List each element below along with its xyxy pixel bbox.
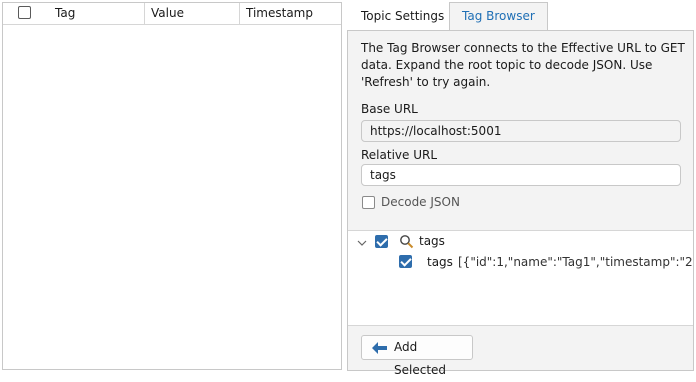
add-selected-label: Add Selected xyxy=(394,340,447,377)
column-header-timestamp[interactable]: Timestamp xyxy=(239,3,313,24)
tree-child-label[interactable]: tags xyxy=(427,255,453,269)
tab-topic-settings[interactable]: Topic Settings xyxy=(349,2,456,29)
tag-tree: tags tags [{"id":1,"name":"Tag1","timest… xyxy=(348,230,693,326)
tree-child-value: [{"id":1,"name":"Tag1","timestamp":"2024… xyxy=(458,255,693,269)
base-url-field[interactable]: https://localhost:5001 xyxy=(361,120,681,142)
right-tab-bar: Topic Settings Tag Browser xyxy=(348,2,696,30)
column-header-value[interactable]: Value xyxy=(144,3,184,24)
select-all-checkbox[interactable] xyxy=(18,6,31,19)
tab-tag-browser[interactable]: Tag Browser xyxy=(449,2,548,30)
tag-browser-panel: The Tag Browser connects to the Effectiv… xyxy=(347,30,694,377)
tree-root-label[interactable]: tags xyxy=(419,234,445,248)
table-header: Tag Value Timestamp xyxy=(3,3,341,25)
tree-root-checkbox[interactable] xyxy=(375,235,388,248)
column-header-tag[interactable]: Tag xyxy=(55,3,75,24)
search-icon xyxy=(400,235,414,249)
tree-child-checkbox[interactable] xyxy=(399,255,412,268)
arrow-left-icon xyxy=(372,342,387,354)
tag-browser-description: The Tag Browser connects to the Effectiv… xyxy=(361,41,685,89)
chevron-down-icon[interactable] xyxy=(356,237,368,249)
decode-json-checkbox[interactable] xyxy=(362,196,375,209)
add-selected-button[interactable]: Add Selected xyxy=(361,335,473,377)
selected-tags-table: Tag Value Timestamp xyxy=(2,2,342,370)
base-url-label: Base URL xyxy=(361,102,418,116)
relative-url-field[interactable]: tags xyxy=(361,164,681,186)
relative-url-label: Relative URL xyxy=(361,148,438,162)
decode-json-label: Decode JSON xyxy=(381,195,460,209)
